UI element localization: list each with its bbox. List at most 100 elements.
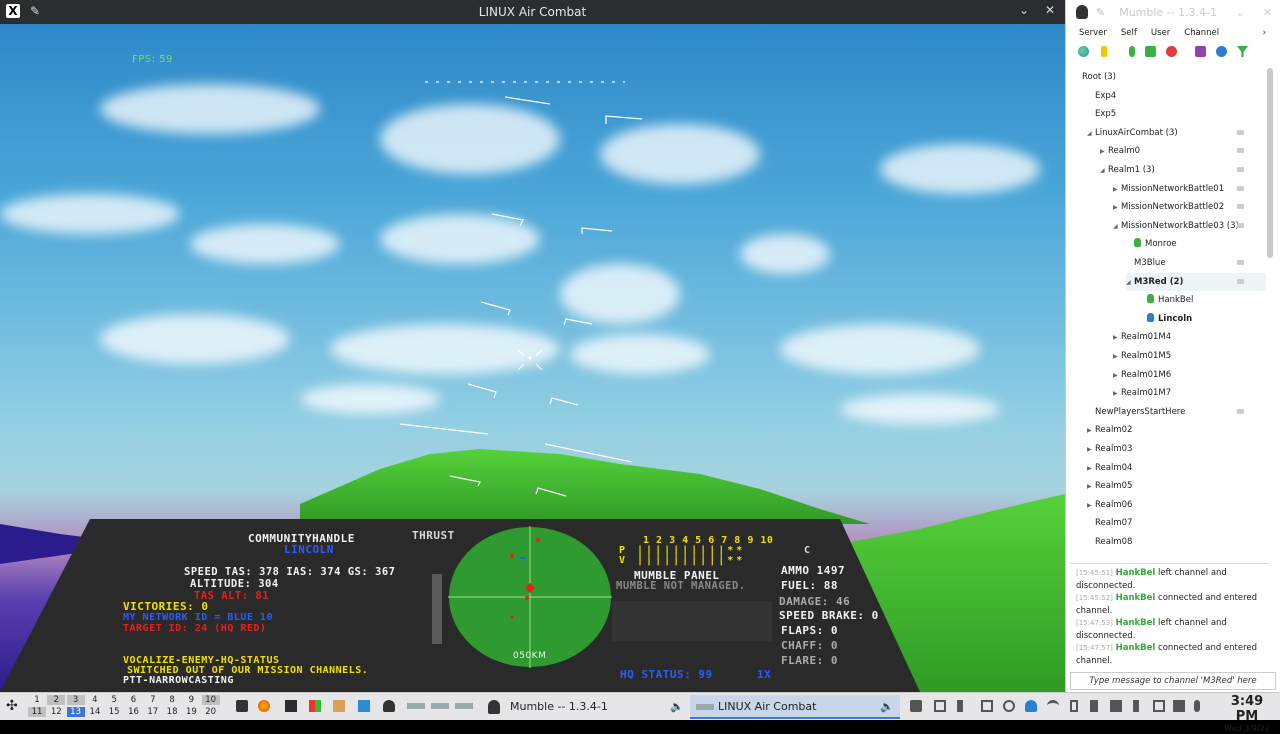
channel-row[interactable]: ▶ Realm01M4 xyxy=(1113,328,1266,346)
media-icon[interactable] xyxy=(910,700,922,712)
channel-row[interactable]: ▶ Realm02 xyxy=(1087,421,1266,439)
channel-row[interactable]: Exp5 xyxy=(1087,105,1266,123)
channel-row[interactable]: Realm07 xyxy=(1087,514,1266,532)
channel-row[interactable]: Root (3) xyxy=(1074,68,1266,86)
workspace-button[interactable]: 12 xyxy=(47,707,65,717)
expanded-arrow-icon[interactable]: ◢ xyxy=(1100,162,1108,180)
collapsed-arrow-icon[interactable]: ▶ xyxy=(1113,348,1121,366)
minimize-chevron-icon[interactable]: ⌄ xyxy=(1236,6,1245,19)
chat-name[interactable]: HankBel xyxy=(1116,568,1156,578)
workspace-button[interactable]: 18 xyxy=(163,707,181,717)
info-icon[interactable] xyxy=(1101,46,1107,57)
chat-name[interactable]: HankBel xyxy=(1116,593,1156,603)
app-x-icon[interactable]: X xyxy=(6,4,20,18)
workspace-button[interactable]: 11 xyxy=(28,707,46,717)
channel-comment-icon[interactable] xyxy=(1237,222,1244,228)
channel-comment-icon[interactable] xyxy=(1237,129,1244,135)
updates-icon[interactable] xyxy=(1110,700,1122,712)
mumble-titlebar[interactable]: ✎ Mumble -- 1.3.4-1 ⌄ ✕ xyxy=(1066,0,1280,24)
channel-row[interactable]: ▶ Realm0 xyxy=(1100,142,1266,160)
channel-row[interactable]: ▶ Realm01M5 xyxy=(1113,347,1266,365)
channel-row[interactable]: ▶ Realm01M6 xyxy=(1113,366,1266,384)
volume-icon[interactable] xyxy=(1090,700,1098,712)
collapsed-arrow-icon[interactable]: ▶ xyxy=(1113,329,1121,347)
close-icon[interactable]: ✕ xyxy=(1043,3,1057,17)
workspace-button[interactable]: 2 xyxy=(47,695,66,705)
game-window[interactable]: X ✎ LINUX Air Combat ⌄ ✕ FPS: 59 050KM C… xyxy=(0,0,1065,692)
wifi-icon[interactable] xyxy=(1047,700,1059,712)
close-icon[interactable]: ✕ xyxy=(1263,6,1272,19)
clock[interactable]: 3:49 PM Wed 3/9/22 xyxy=(1218,694,1276,734)
channel-comment-icon[interactable] xyxy=(1237,167,1244,172)
clock-icon[interactable] xyxy=(1003,700,1015,712)
workspace-button[interactable]: 5 xyxy=(105,695,123,705)
workspace-button[interactable]: 4 xyxy=(86,695,104,705)
filter-icon[interactable] xyxy=(1237,46,1248,57)
workspace-button[interactable]: 17 xyxy=(144,707,162,717)
task-mumble[interactable]: Mumble -- 1.3.4-1 🔈 xyxy=(482,695,690,719)
files-icon[interactable] xyxy=(358,700,370,712)
menu-channel[interactable]: Channel xyxy=(1184,28,1219,40)
menu-user[interactable]: User xyxy=(1151,28,1170,40)
channel-row[interactable]: ▶ MissionNetworkBattle01 xyxy=(1113,180,1266,198)
jet-icon[interactable] xyxy=(431,703,449,709)
channel-tree-scrollbar[interactable] xyxy=(1267,68,1273,258)
chat-name[interactable]: HankBel xyxy=(1116,643,1156,653)
channel-row[interactable]: M3Blue xyxy=(1126,254,1266,272)
workspace-button[interactable]: 3 xyxy=(66,695,85,705)
bluetooth-icon[interactable] xyxy=(1133,700,1139,712)
collapsed-arrow-icon[interactable]: ▶ xyxy=(1087,478,1095,496)
user-row[interactable]: Monroe xyxy=(1126,235,1266,253)
channel-comment-icon[interactable] xyxy=(1237,204,1244,210)
network-icon[interactable] xyxy=(1173,700,1185,712)
workspace-button[interactable]: 19 xyxy=(182,707,200,717)
apps-icon[interactable] xyxy=(309,700,321,712)
channel-row[interactable]: ▶ Realm01M7 xyxy=(1113,384,1266,402)
channel-row[interactable]: NewPlayersStartHere xyxy=(1087,403,1266,421)
mumble-window[interactable]: ✎ Mumble -- 1.3.4-1 ⌄ ✕ Server Self User… xyxy=(1065,0,1280,692)
user-row[interactable]: Lincoln xyxy=(1139,310,1266,328)
speaker-icon[interactable]: 🔈 xyxy=(670,695,684,719)
workspace-button[interactable]: 10 xyxy=(201,695,220,705)
archive-icon[interactable] xyxy=(333,700,345,712)
workspace-button[interactable]: 20 xyxy=(202,707,220,717)
app-launcher-icon[interactable]: ✣ xyxy=(6,698,18,714)
channel-row[interactable]: ▶ Realm03 xyxy=(1087,440,1266,458)
user-row[interactable]: HankBel xyxy=(1139,291,1266,309)
battery-icon[interactable] xyxy=(1070,700,1078,712)
channel-comment-icon[interactable] xyxy=(1237,148,1244,154)
mumble-tray-icon[interactable] xyxy=(1025,700,1037,712)
menu-more-icon[interactable]: › xyxy=(1263,28,1266,40)
channel-row[interactable]: ▶ MissionNetworkBattle02 xyxy=(1113,198,1266,216)
workspace-button[interactable]: 8 xyxy=(163,695,181,705)
comment-icon[interactable] xyxy=(1195,46,1206,57)
workspace-button[interactable]: 1 xyxy=(28,695,46,705)
speaker-icon[interactable]: 🔈 xyxy=(880,695,894,719)
usb-icon[interactable] xyxy=(957,700,963,712)
workspace-button[interactable]: 7 xyxy=(144,695,162,705)
game-viewport[interactable]: FPS: 59 050KM COMMUNITYHANDLE LINCOLN TH… xyxy=(0,24,1065,692)
collapsed-arrow-icon[interactable]: ▶ xyxy=(1087,441,1095,459)
collapsed-arrow-icon[interactable]: ▶ xyxy=(1113,385,1121,403)
menu-self[interactable]: Self xyxy=(1121,28,1137,40)
collapsed-arrow-icon[interactable]: ▶ xyxy=(1100,143,1108,161)
workspace-button[interactable]: 13 xyxy=(66,707,85,717)
channel-row[interactable]: ◢ LinuxAirCombat (3) xyxy=(1087,124,1266,142)
minimize-chevron-icon[interactable]: ⌄ xyxy=(1017,3,1031,17)
record-icon[interactable] xyxy=(1166,46,1177,57)
channel-comment-icon[interactable] xyxy=(1237,260,1244,265)
game-titlebar[interactable]: X ✎ LINUX Air Combat ⌄ ✕ xyxy=(0,0,1065,24)
speaker-icon[interactable] xyxy=(1145,46,1156,57)
connect-globe-icon[interactable] xyxy=(1078,46,1089,57)
collapsed-arrow-icon[interactable]: ▶ xyxy=(1113,199,1121,217)
workspace-button[interactable]: 15 xyxy=(105,707,123,717)
terminal-icon[interactable] xyxy=(285,700,297,712)
channel-tree[interactable]: Root (3) Exp4 Exp5 ◢ LinuxAirCombat (3) ▶ Real… xyxy=(1066,68,1266,558)
firefox-icon[interactable] xyxy=(258,700,270,712)
pin-icon[interactable]: ✎ xyxy=(1096,6,1105,19)
channel-comment-icon[interactable] xyxy=(1237,185,1244,191)
clipboard-icon[interactable] xyxy=(934,700,946,712)
channel-row[interactable]: ▶ Realm05 xyxy=(1087,477,1266,495)
workspace-button[interactable]: 14 xyxy=(86,707,104,717)
collapsed-arrow-icon[interactable]: ▶ xyxy=(1087,460,1095,478)
